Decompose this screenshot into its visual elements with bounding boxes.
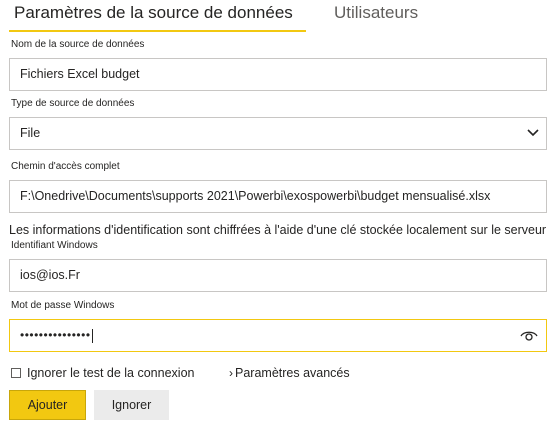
advanced-settings-link[interactable]: › Paramètres avancés xyxy=(229,365,350,381)
data-source-type-label: Type de source de données xyxy=(11,98,135,109)
data-source-type-value: File xyxy=(20,126,41,140)
text-caret xyxy=(91,328,93,343)
windows-password-label: Mot de passe Windows xyxy=(11,300,115,311)
active-tab-indicator xyxy=(9,30,306,32)
skip-connection-test-label: Ignorer le test de la connexion xyxy=(27,366,195,380)
data-source-name-label: Nom de la source de données xyxy=(11,39,145,50)
windows-password-input[interactable]: ••••••••••••••• xyxy=(9,319,547,352)
full-path-input[interactable]: F:\Onedrive\Documents\supports 2021\Powe… xyxy=(9,180,547,213)
data-source-type-select[interactable]: File xyxy=(9,117,547,150)
ignore-button[interactable]: Ignorer xyxy=(94,390,169,420)
chevron-down-icon xyxy=(527,129,539,137)
data-source-name-input[interactable]: Fichiers Excel budget xyxy=(9,58,547,91)
windows-user-input[interactable]: ios@ios.Fr xyxy=(9,259,547,292)
eye-icon[interactable] xyxy=(520,329,538,343)
add-button[interactable]: Ajouter xyxy=(9,390,86,420)
skip-connection-test-checkbox[interactable]: Ignorer le test de la connexion xyxy=(11,365,194,381)
full-path-label: Chemin d'accès complet xyxy=(11,161,120,172)
checkbox-box[interactable] xyxy=(11,368,21,378)
chevron-right-icon: › xyxy=(229,366,233,380)
tab-users[interactable]: Utilisateurs xyxy=(334,3,418,23)
tab-bar: Paramètres de la source de données Utili… xyxy=(0,0,559,34)
advanced-settings-label: Paramètres avancés xyxy=(235,366,350,380)
tab-data-source-settings[interactable]: Paramètres de la source de données xyxy=(14,3,293,23)
credentials-info-text: Les informations d'identification sont c… xyxy=(9,223,547,237)
password-masked-value: ••••••••••••••• xyxy=(20,328,93,343)
windows-user-label: Identifiant Windows xyxy=(11,240,98,251)
